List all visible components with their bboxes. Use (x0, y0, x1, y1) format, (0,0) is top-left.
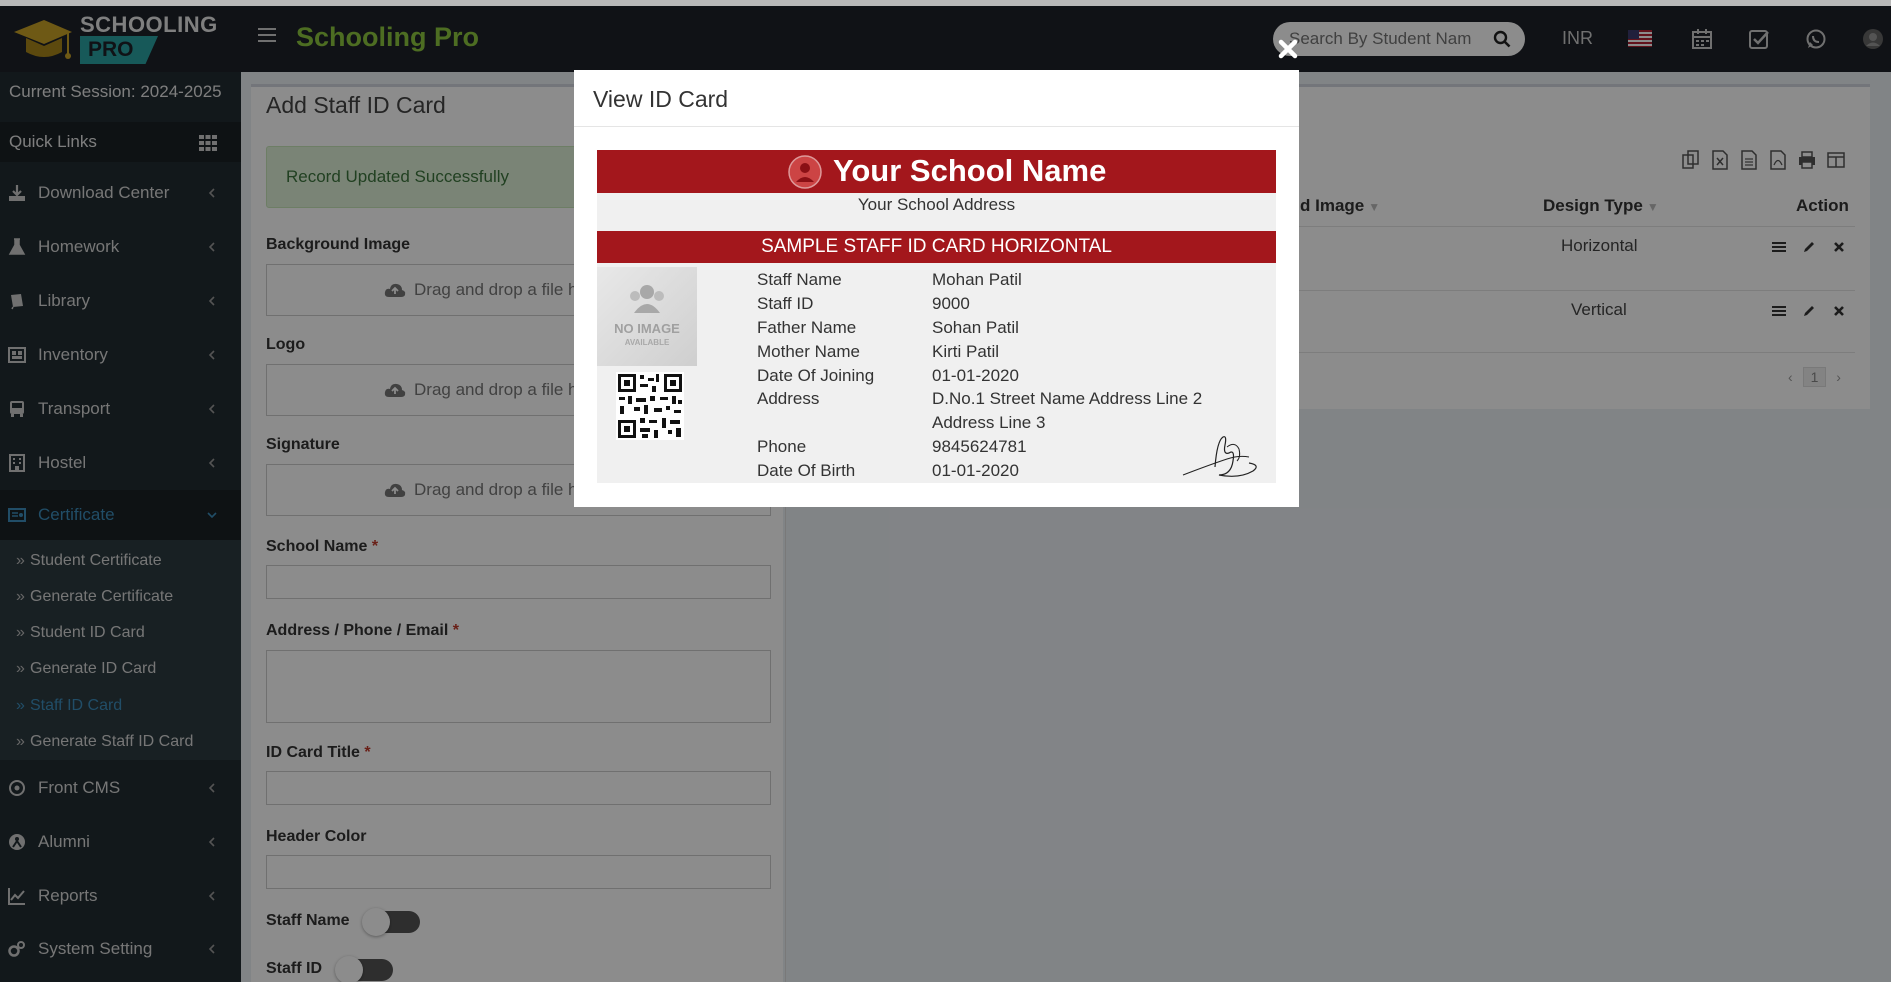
id-field-label: Staff ID (757, 294, 814, 313)
signature-image (1182, 436, 1257, 477)
id-field-label: Address (757, 389, 820, 408)
id-field-value: Mohan Patil (932, 270, 1022, 289)
id-card-school-name: Your School Name (833, 153, 1107, 188)
id-field-value: 9000 (932, 294, 970, 313)
browser-edge (0, 0, 1891, 6)
modal-title: View ID Card (593, 86, 729, 112)
id-field-label: Mother Name (757, 342, 860, 361)
id-field-label: Father Name (757, 318, 857, 337)
users-icon (630, 285, 664, 313)
qr-code-icon (616, 372, 684, 440)
id-field-label: Date Of Birth (757, 461, 856, 480)
id-field-value: 01-01-2020 (932, 461, 1019, 480)
id-card-title: SAMPLE STAFF ID CARD HORIZONTAL (597, 231, 1276, 263)
id-field-label: Date Of Joining (757, 366, 875, 385)
close-icon[interactable] (1277, 38, 1299, 60)
id-card-preview: Your School Name Your School Address SAM… (597, 150, 1276, 483)
staff-photo-placeholder: NO IMAGE AVAILABLE (597, 267, 697, 366)
id-field-value: 9845624781 (932, 437, 1027, 456)
no-image-text: NO IMAGE (614, 321, 680, 336)
available-text: AVAILABLE (624, 338, 670, 347)
id-field-value: Sohan Patil (932, 318, 1019, 337)
id-field-value: 01-01-2020 (932, 366, 1019, 385)
modal-header: View ID Card (574, 70, 1299, 127)
id-field-value: Kirti Patil (932, 342, 1000, 361)
id-field-value: Address Line 3 (932, 413, 1046, 432)
id-field-value: D.No.1 Street Name Address Line 2 (932, 389, 1203, 408)
school-crest-icon (788, 155, 822, 189)
id-field-label: Staff Name (757, 270, 842, 289)
id-card-school-address: Your School Address (857, 195, 1016, 214)
id-field-label: Phone (757, 437, 807, 456)
id-card-header: Your School Name (597, 150, 1276, 193)
